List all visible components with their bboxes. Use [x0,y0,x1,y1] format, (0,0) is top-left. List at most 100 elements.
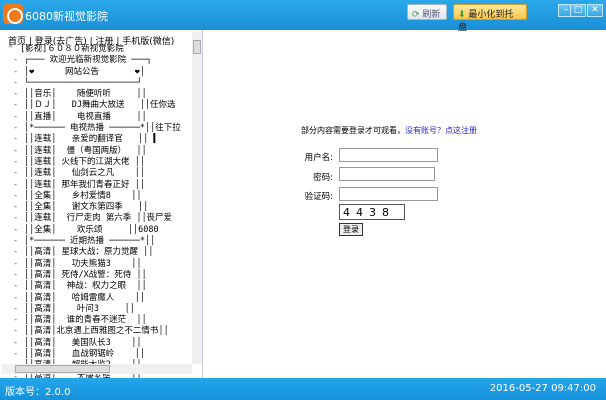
tree-item[interactable]: - └─────────────────────┘ [8,78,192,89]
captcha-image[interactable]: 4438 [339,204,405,220]
password-input[interactable] [339,167,435,181]
password-label: 密码: [313,173,333,183]
register-link[interactable]: 没有账号？点这注册 [405,126,477,135]
app-title: 6080新视觉影院 [25,10,108,23]
username-label: 用户名: [304,153,333,163]
tree-item[interactable]: - │*────── 近期热播 ──────*││ [8,236,192,247]
tree-item-label: ┌─── 欢迎光临新视觉影院 ───┐ [24,55,152,66]
tree-item[interactable]: - ││高清│ 血战钢锯岭 ││ [8,349,192,360]
tree-item[interactable]: - ││高清│ 哈姆雷魔人 ││ [8,293,192,304]
tree-item[interactable]: - ││高清│ 谁的青春不迷茫 ││ [8,315,192,326]
tree-item[interactable]: - ││高清│ 叶问3 ││ [8,304,192,315]
download-icon: ⬇ [458,10,466,20]
tree-item-label: │❤ 网站公告 ❤│ [24,66,145,77]
app-logo-icon [3,4,23,24]
tree-item[interactable]: - ││高清│ 死侍/X战警：死侍 ││ [8,270,192,281]
tree-item[interactable]: - ││连载│ 火线下的江湖大佬 ││ [8,157,192,168]
tree-item[interactable]: - ││连载│ 僵（粤国两版） ││ [8,146,192,157]
tree-item[interactable]: - ││高清│ 神战：权力之眼 ││ [8,281,192,292]
tree-item-label: ││高清│ 谁的青春不迷茫 ││ [24,315,147,326]
refresh-button[interactable]: ⟳ 刷新 [407,4,447,20]
tree-item-label: ││直播│ 电视直播 ││ [24,111,147,122]
refresh-label: 刷新 [422,10,441,20]
vertical-scrollbar[interactable] [192,32,202,364]
tree-item[interactable]: - ││高清│ 美国队长3 ││ [8,338,192,349]
status-bar: 版本号：2.0.0 2016-05-27 09:47:00 [0,378,606,400]
title-bar: 6080新视觉影院 ⟳ 刷新 ⬇ 最小化到托盘 – □ ✕ [0,0,606,33]
tree-item-label: ││高清│ 美国队长3 ││ [24,337,142,348]
horizontal-scrollbar[interactable] [2,364,192,374]
notice-text: 部分内容需要登录才可观看， [301,126,405,135]
tree-item[interactable]: - ││连载│ 行尸走肉 第六季 ││丧尸爱 [8,213,192,224]
tree-item-label: ││高清│ 功夫熊猫3 ││ [24,258,142,269]
tree-item[interactable]: - ││全集│ 欢乐颂 ││6080 [8,225,192,236]
captcha-label: 验证码: [304,192,333,202]
tree-leaf-icon: - [13,269,19,280]
close-button[interactable]: ✕ [587,4,603,17]
tree-leaf-icon: - [13,168,19,179]
username-input[interactable] [339,148,438,162]
tree-item-label: ││高清│ 死侍/X战警：死侍 ││ [24,269,147,280]
tree-item-label: ││连载│ 行尸走肉 第六季 ││丧尸爱 [24,213,173,224]
tree-item[interactable]: - ││全集│ 谢文东第四季 ││ [8,202,192,213]
tree-item-label: ││ＤＪ│ DJ舞曲大放送 ││任你选 [24,100,176,111]
tree-list: ⌃ [影视]６０８０新视觉影院 - ┌─── 欢迎光临新视觉影院 ───┐ - │❤ 网… [8,44,192,378]
tree-leaf-icon: - [13,134,19,145]
tree-leaf-icon: - [13,66,19,77]
tree-item[interactable]: - ││连载│ 亲爱的翻译官 ││ ▍ [8,134,192,145]
tree-item[interactable]: - │❤ 网站公告 ❤│ [8,67,192,78]
tree-leaf-icon: - [13,156,19,167]
tree-root[interactable]: ⌃ [影视]６０８０新视觉影院 [8,44,192,55]
refresh-icon: ⟳ [412,10,420,20]
tree-item-label: ││全集│ 乡村爱情8 ││ [24,190,142,201]
tree-item[interactable]: - ││连载│ 仙剑云之凡 ││ [8,168,192,179]
captcha-input[interactable] [339,187,438,201]
tree-leaf-icon: - [13,123,19,134]
tree-item-label: ││全集│ 欢乐颂 ││6080 [24,224,159,235]
tree-leaf-icon: - [13,213,19,224]
tree-leaf-icon: - [13,145,19,156]
tree-leaf-icon: - [13,326,19,337]
tree-item[interactable]: - ││音乐│ 随便听听 ││ [8,89,192,100]
tree-item[interactable]: - ┌─── 欢迎光临新视觉影院 ───┐ [8,55,192,66]
tree-item[interactable]: - ││ＤＪ│ DJ舞曲大放送 ││任你选 [8,100,192,111]
tree-item[interactable]: - ││高清│北京遇上西雅图之不二情书││ [8,326,192,337]
tree-leaf-icon: - [13,303,19,314]
login-button[interactable]: 登录 [339,223,363,236]
tree-leaf-icon: - [13,100,19,111]
tree-item[interactable]: - ││直播│ 电视直播 ││ [8,112,192,123]
tree-item-label: │*────── 近期热播 ──────*││ [24,236,156,247]
tree-item-label: ││音乐│ 随便听听 ││ [24,89,147,100]
tree-leaf-icon: - [13,281,19,292]
tree-item-label: ││连载│ 僵（粤国两版） ││ [24,145,147,156]
tree-item[interactable]: - │*────── 电视热播 ──────*││往下拉 [8,123,192,134]
sidebar-tree: 首页 | 登录(去广告) | 注册 | 手机版(微信) ⌃ [影视]６０８０新视觉… [0,30,203,378]
tree-leaf-icon: - [13,224,19,235]
tree-item[interactable]: - ││全集│ 乡村爱情8 ││ [8,191,192,202]
tree-leaf-icon: - [13,236,19,247]
tree-item-label: ││高清│北京遇上西雅图之不二情书││ [24,326,169,337]
tree-item-label: ││连载│ 火线下的江湖大佬 ││ [24,156,145,167]
tree-item-label: ││高清│ 星球大战：原力觉醒 ││ [24,247,154,258]
tree-item[interactable]: - ││高清│ 星球大战：原力觉醒 ││ [8,247,192,258]
version-label: 版本号：2.0.0 [5,387,71,398]
minimize-to-tray-button[interactable]: ⬇ 最小化到托盘 [453,4,527,33]
tree-item[interactable]: - ││高清│ 功夫熊猫3 ││ [8,259,192,270]
tree-root-label: [影视]６０８０新视觉影院 [20,44,124,54]
horizontal-scroll-thumb[interactable] [15,365,110,373]
tree-leaf-icon: - [13,202,19,213]
maximize-button[interactable]: □ [570,4,586,17]
tree-item-label: │*────── 电视热播 ──────*││往下拉 [24,123,181,134]
tree-expand-icon[interactable]: ⌃ [8,44,13,55]
tree-item-label: ││连载│ 那年我们青春正好 ││ [24,179,145,190]
tree-leaf-icon: - [13,190,19,201]
tree-leaf-icon: - [13,292,19,303]
tree-leaf-icon: - [13,55,19,66]
tree-leaf-icon: - [13,89,19,100]
tree-leaf-icon: - [13,337,19,348]
tree-item-label: └─────────────────────┘ [24,77,142,88]
vertical-scroll-thumb[interactable] [193,40,201,54]
tree-item-label: ││高清│ 哈姆雷魔人 ││ [24,292,145,303]
tree-item[interactable]: - ││连载│ 那年我们青春正好 ││ [8,180,192,191]
tree-leaf-icon: - [13,258,19,269]
